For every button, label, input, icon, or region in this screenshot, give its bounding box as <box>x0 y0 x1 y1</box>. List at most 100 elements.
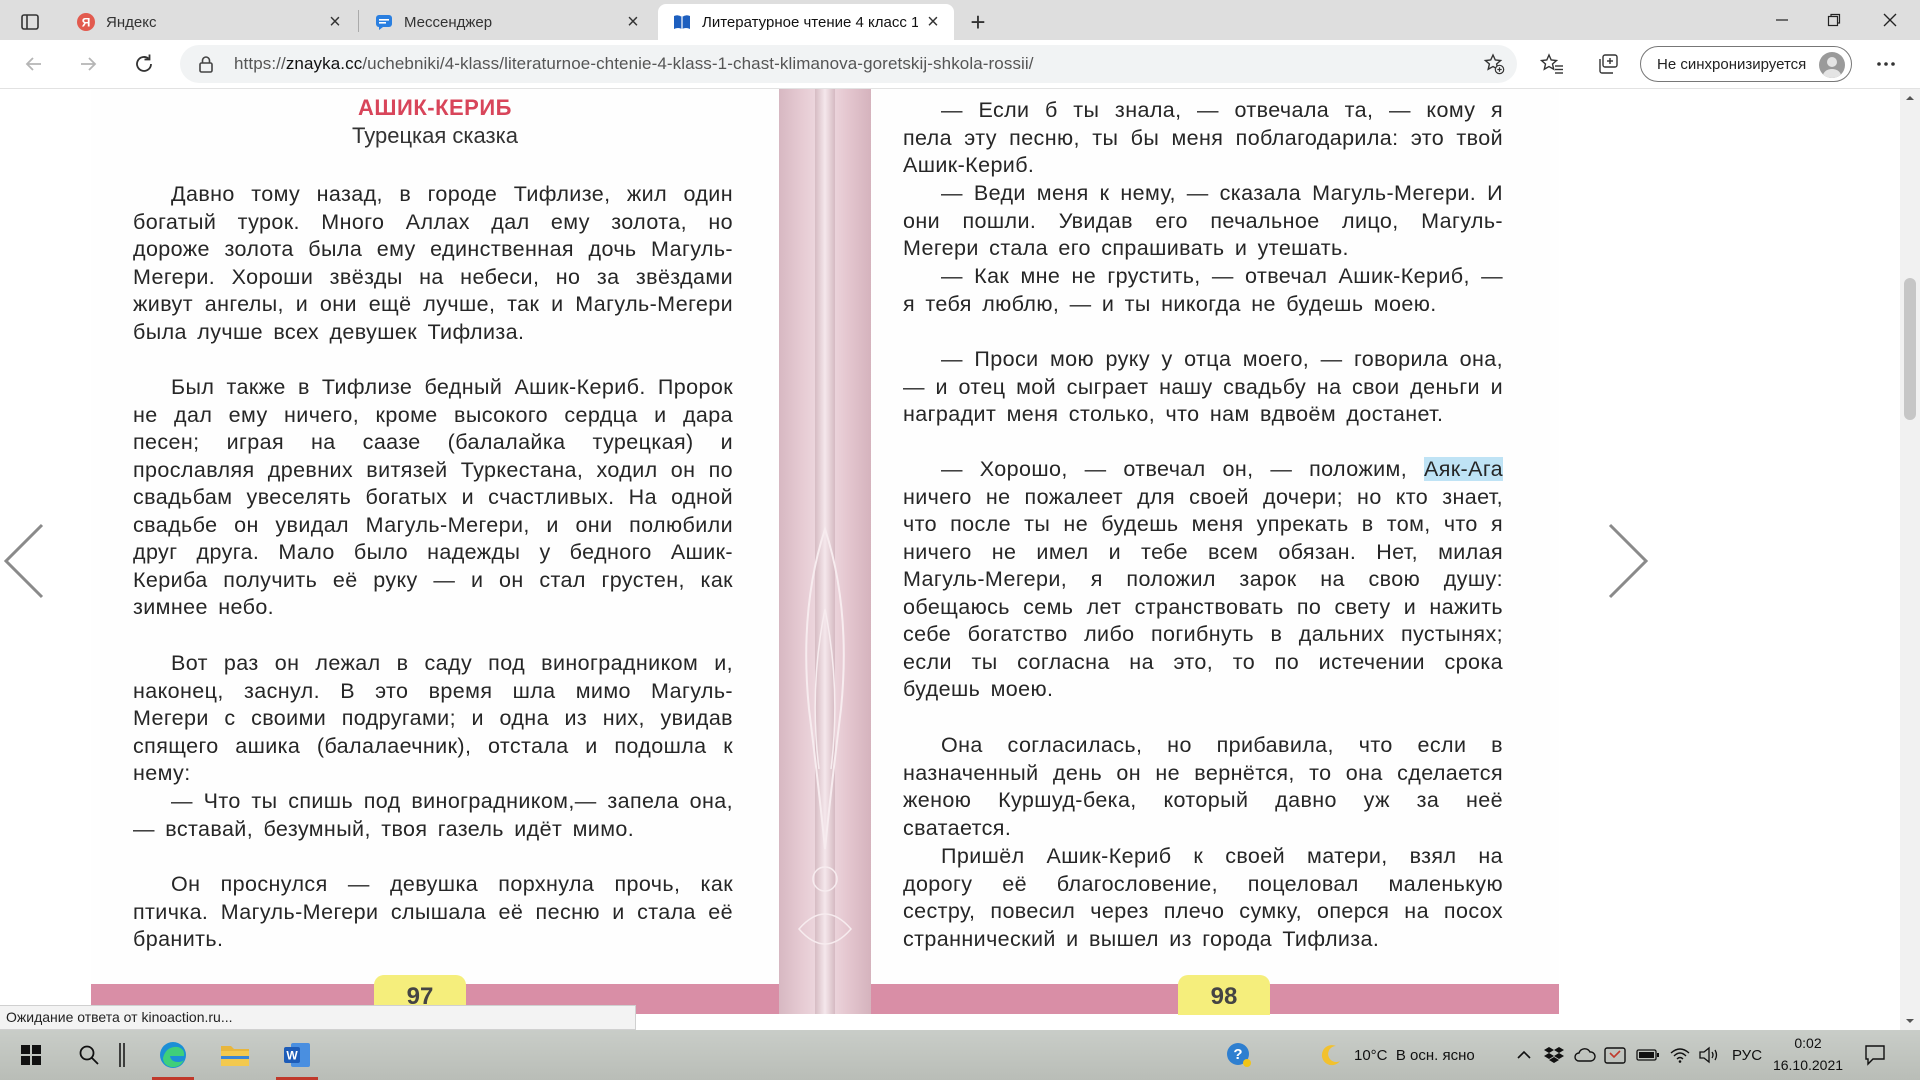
chevron-up-icon <box>1517 1050 1531 1059</box>
back-button[interactable] <box>16 46 52 82</box>
close-tab-icon[interactable]: × <box>320 7 350 37</box>
minimize-icon <box>1776 19 1788 21</box>
next-page-arrow[interactable] <box>1602 521 1652 601</box>
taskbar-edge[interactable] <box>146 1030 200 1080</box>
paragraph: — Проси мою руку у отца моего, — говорил… <box>903 347 1503 426</box>
messenger-icon <box>374 12 394 32</box>
tab-label: Яндекс <box>106 13 157 31</box>
left-page: АШИК-КЕРИБ Турецкая сказка Давно тому на… <box>91 89 779 1015</box>
battery-tray-icon[interactable] <box>1636 1030 1660 1080</box>
text-run: — Хорошо, — отвечал он, — положим, <box>941 457 1424 481</box>
chevron-left-icon <box>3 523 44 599</box>
word-icon: W <box>284 1043 310 1067</box>
paragraph: Вот раз он лежал в саду под винограднико… <box>133 651 733 785</box>
settings-menu-button[interactable] <box>1868 46 1904 82</box>
scrollbar-thumb[interactable] <box>1904 278 1916 420</box>
task-view-button[interactable] <box>102 1030 142 1080</box>
restore-icon <box>1827 13 1841 27</box>
close-window-button[interactable] <box>1866 6 1914 34</box>
help-icon: ? <box>1227 1043 1251 1067</box>
close-tab-icon[interactable]: × <box>918 7 948 37</box>
add-favorite-icon[interactable] <box>1483 53 1505 80</box>
dropbox-icon <box>1544 1047 1564 1063</box>
favorites-button[interactable] <box>1534 46 1570 82</box>
volume-tray-icon[interactable] <box>1698 1030 1720 1080</box>
edge-icon <box>160 1042 186 1068</box>
svg-text:?: ? <box>1233 1046 1242 1063</box>
clock-date: 16.10.2021 <box>1772 1057 1844 1073</box>
battery-icon <box>1636 1049 1659 1061</box>
new-tab-button[interactable]: + <box>962 6 994 38</box>
collections-button[interactable] <box>1590 46 1626 82</box>
url-path: /uchebniki/4-klass/literaturnoe-chtenie-… <box>362 54 1034 73</box>
tab-actions-icon <box>21 14 39 30</box>
tab-yandex[interactable]: Я Яндекс × <box>62 4 356 40</box>
story-title: АШИК-КЕРИБ <box>358 95 512 120</box>
page-number: 98 <box>1178 975 1270 1015</box>
moon-icon <box>1321 1045 1340 1066</box>
taskbar: W ? 10°C В осн. ясно РУС 0:02 16.10.2021 <box>0 1030 1920 1080</box>
task-view-icon <box>119 1043 125 1067</box>
scroll-up-icon[interactable] <box>1900 91 1920 105</box>
text-run: ничего не пожалеет для своей дочери; но … <box>903 484 1503 702</box>
minimize-button[interactable] <box>1758 6 1806 34</box>
weather-widget[interactable]: 10°C В осн. ясно <box>1318 1030 1475 1080</box>
paragraph: Давно тому назад, в городе Тифлизе, жил … <box>133 182 733 344</box>
collections-icon <box>1599 54 1618 74</box>
maximize-button[interactable] <box>1810 6 1858 34</box>
dropbox-tray-icon[interactable] <box>1544 1030 1564 1080</box>
paragraph: Пришёл Ашик-Кериб к своей матери, взял н… <box>903 844 1503 951</box>
tab-divider <box>358 10 359 32</box>
tab-strip: Я Яндекс × Мессенджер × Литературное чте… <box>0 0 1920 40</box>
back-arrow-icon <box>25 57 41 71</box>
selected-text-highlight[interactable]: Аяк-Ага <box>1423 457 1503 481</box>
refresh-icon <box>136 54 152 72</box>
status-bubble: Ожидание ответа от kinoaction.ru... <box>0 1005 636 1030</box>
address-toolbar: https://znayka.cc/uchebniki/4-klass/lite… <box>0 40 1920 89</box>
tab-actions-button[interactable] <box>16 8 44 36</box>
close-tab-icon[interactable]: × <box>618 7 648 37</box>
app-tray-icon <box>1604 1047 1626 1064</box>
speaker-icon <box>1699 1046 1718 1064</box>
ornament-decoration <box>798 525 852 945</box>
wifi-icon <box>1670 1048 1690 1063</box>
book-spine <box>779 89 871 1014</box>
story-subtitle: Турецкая сказка <box>352 123 518 148</box>
action-center-button[interactable] <box>1864 1030 1886 1080</box>
onedrive-tray-icon[interactable] <box>1574 1030 1596 1080</box>
clock-time: 0:02 <box>1794 1035 1822 1051</box>
address-field[interactable]: https://znayka.cc/uchebniki/4-klass/lite… <box>180 45 1517 83</box>
help-tray-icon[interactable]: ? <box>1226 1030 1252 1080</box>
url-text: https://znayka.cc/uchebniki/4-klass/lite… <box>234 54 1034 74</box>
favorites-icon <box>1540 53 1563 74</box>
taskbar-file-explorer[interactable] <box>208 1030 262 1080</box>
tab-literature[interactable]: Литературное чтение 4 класс 1 × <box>658 4 954 40</box>
taskbar-word[interactable]: W <box>270 1030 324 1080</box>
wifi-tray-icon[interactable] <box>1670 1030 1690 1080</box>
tab-messenger[interactable]: Мессенджер × <box>360 4 654 40</box>
url-host: znayka.cc <box>285 54 363 73</box>
refresh-button[interactable] <box>126 46 162 82</box>
paragraph: — Если б ты знала, — отвечала та, — кому… <box>903 98 1503 177</box>
url-scheme: https:// <box>234 54 286 73</box>
lock-icon <box>198 55 220 73</box>
close-icon <box>1883 13 1897 27</box>
search-icon <box>79 1045 99 1065</box>
clock[interactable]: 0:02 16.10.2021 <box>1758 1032 1858 1076</box>
paragraph: — Что ты спишь под виноградником,— запел… <box>133 789 733 841</box>
windows-logo-icon <box>21 1045 41 1065</box>
right-page: — Если б ты знала, — отвечала та, — кому… <box>871 89 1559 1015</box>
page-content: АШИК-КЕРИБ Турецкая сказка Давно тому на… <box>0 89 1900 1030</box>
folder-icon <box>221 1046 249 1066</box>
notifications-app-tray-icon[interactable] <box>1604 1030 1626 1080</box>
vertical-scrollbar[interactable] <box>1900 89 1920 1030</box>
show-hidden-icons-button[interactable] <box>1516 1030 1532 1080</box>
scroll-down-icon[interactable] <box>1900 1014 1920 1028</box>
start-button[interactable] <box>4 1030 58 1080</box>
previous-page-arrow[interactable] <box>0 521 50 601</box>
paragraph: — Веди меня к нему, — сказала Магуль-Мег… <box>903 181 1503 260</box>
paragraph-with-highlight: — Хорошо, — отвечал он, — положим, Аяк-А… <box>903 456 1503 704</box>
forward-button[interactable] <box>70 46 106 82</box>
profile-sync-button[interactable]: Не синхронизируется <box>1640 46 1852 82</box>
svg-text:W: W <box>286 1049 298 1063</box>
